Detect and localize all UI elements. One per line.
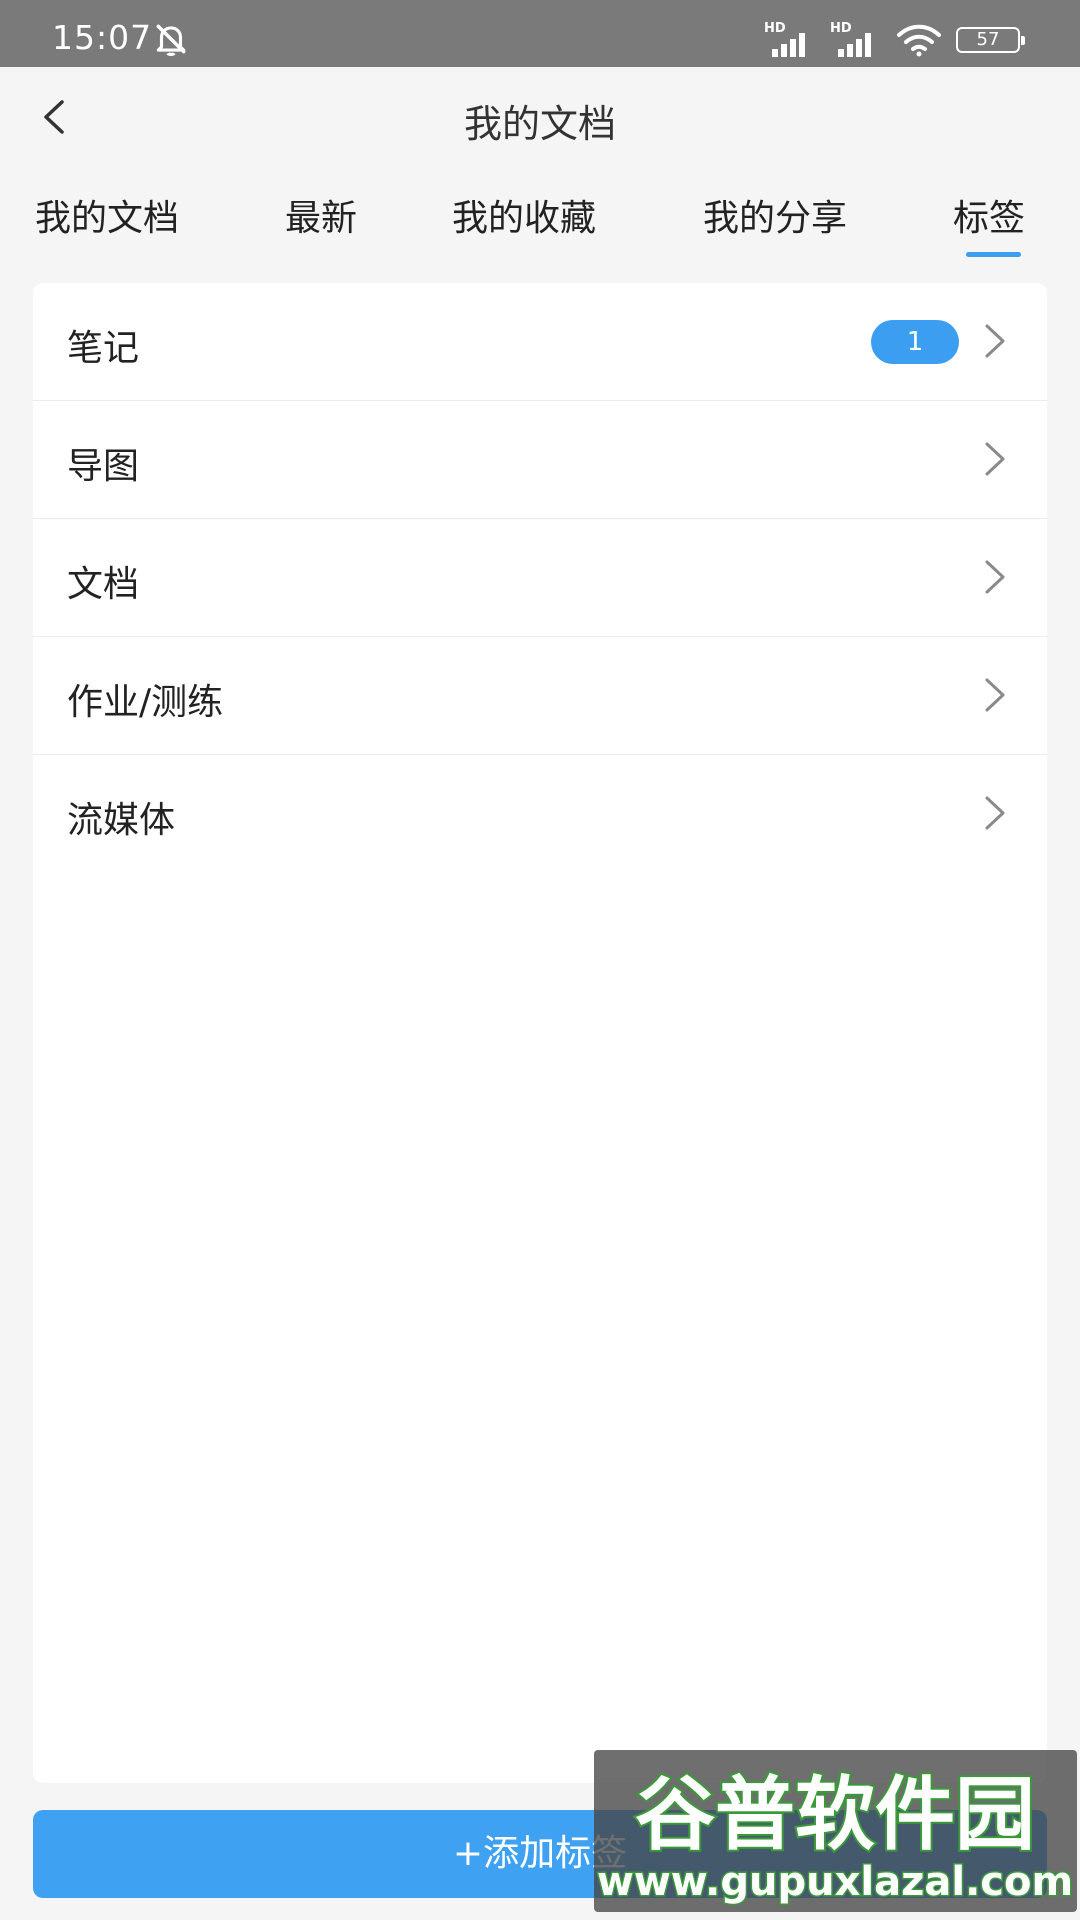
- list-item-notes[interactable]: 笔记 1: [33, 283, 1047, 401]
- status-time: 15:07: [52, 18, 153, 57]
- wifi-icon: [897, 24, 941, 57]
- battery-icon: 57: [956, 27, 1025, 53]
- tab-latest[interactable]: 最新: [285, 189, 357, 241]
- tag-list: 笔记 1 导图 文档 作业/测练 流媒体: [33, 283, 1047, 1783]
- watermark-title: 谷普软件园: [635, 1768, 1035, 1861]
- active-tab-indicator: [966, 252, 1021, 257]
- tab-bar: 我的文档 最新 我的收藏 我的分享 标签: [0, 175, 1080, 265]
- list-item-documents[interactable]: 文档: [33, 519, 1047, 637]
- signal-icon: HD: [830, 21, 882, 59]
- tab-shares[interactable]: 我的分享: [703, 189, 847, 241]
- chevron-right-icon: [985, 324, 1005, 358]
- chevron-right-icon: [985, 796, 1005, 830]
- page-title: 我的文档: [463, 102, 616, 146]
- tab-my-documents[interactable]: 我的文档: [35, 189, 179, 241]
- chevron-right-icon: [985, 560, 1005, 594]
- watermark-logo: 谷普软件园 www.gupuxlazal.com: [594, 1750, 1077, 1912]
- list-item-mindmap[interactable]: 导图: [33, 401, 1047, 519]
- list-item-label: 导图: [67, 446, 140, 487]
- list-item-label: 作业/测练: [67, 682, 224, 723]
- watermark-url: www.gupuxlazal.com: [597, 1859, 1073, 1905]
- chevron-right-icon: [985, 678, 1005, 712]
- signal-icon: HD: [764, 21, 816, 59]
- tab-tags[interactable]: 标签: [953, 189, 1025, 241]
- list-item-streaming[interactable]: 流媒体: [33, 755, 1047, 872]
- list-item-homework[interactable]: 作业/测练: [33, 637, 1047, 755]
- count-badge: 1: [871, 320, 959, 364]
- status-indicators: HD HD 57: [764, 20, 1025, 60]
- bell-muted-icon: [156, 24, 186, 57]
- chevron-right-icon: [985, 442, 1005, 476]
- list-item-label: 文档: [67, 564, 140, 605]
- list-item-label: 流媒体: [67, 800, 176, 841]
- list-item-label: 笔记: [67, 328, 140, 369]
- status-bar: 15:07 HD HD 57: [0, 0, 1080, 67]
- tab-favorites[interactable]: 我的收藏: [452, 189, 596, 241]
- nav-bar: 我的文档: [0, 67, 1080, 167]
